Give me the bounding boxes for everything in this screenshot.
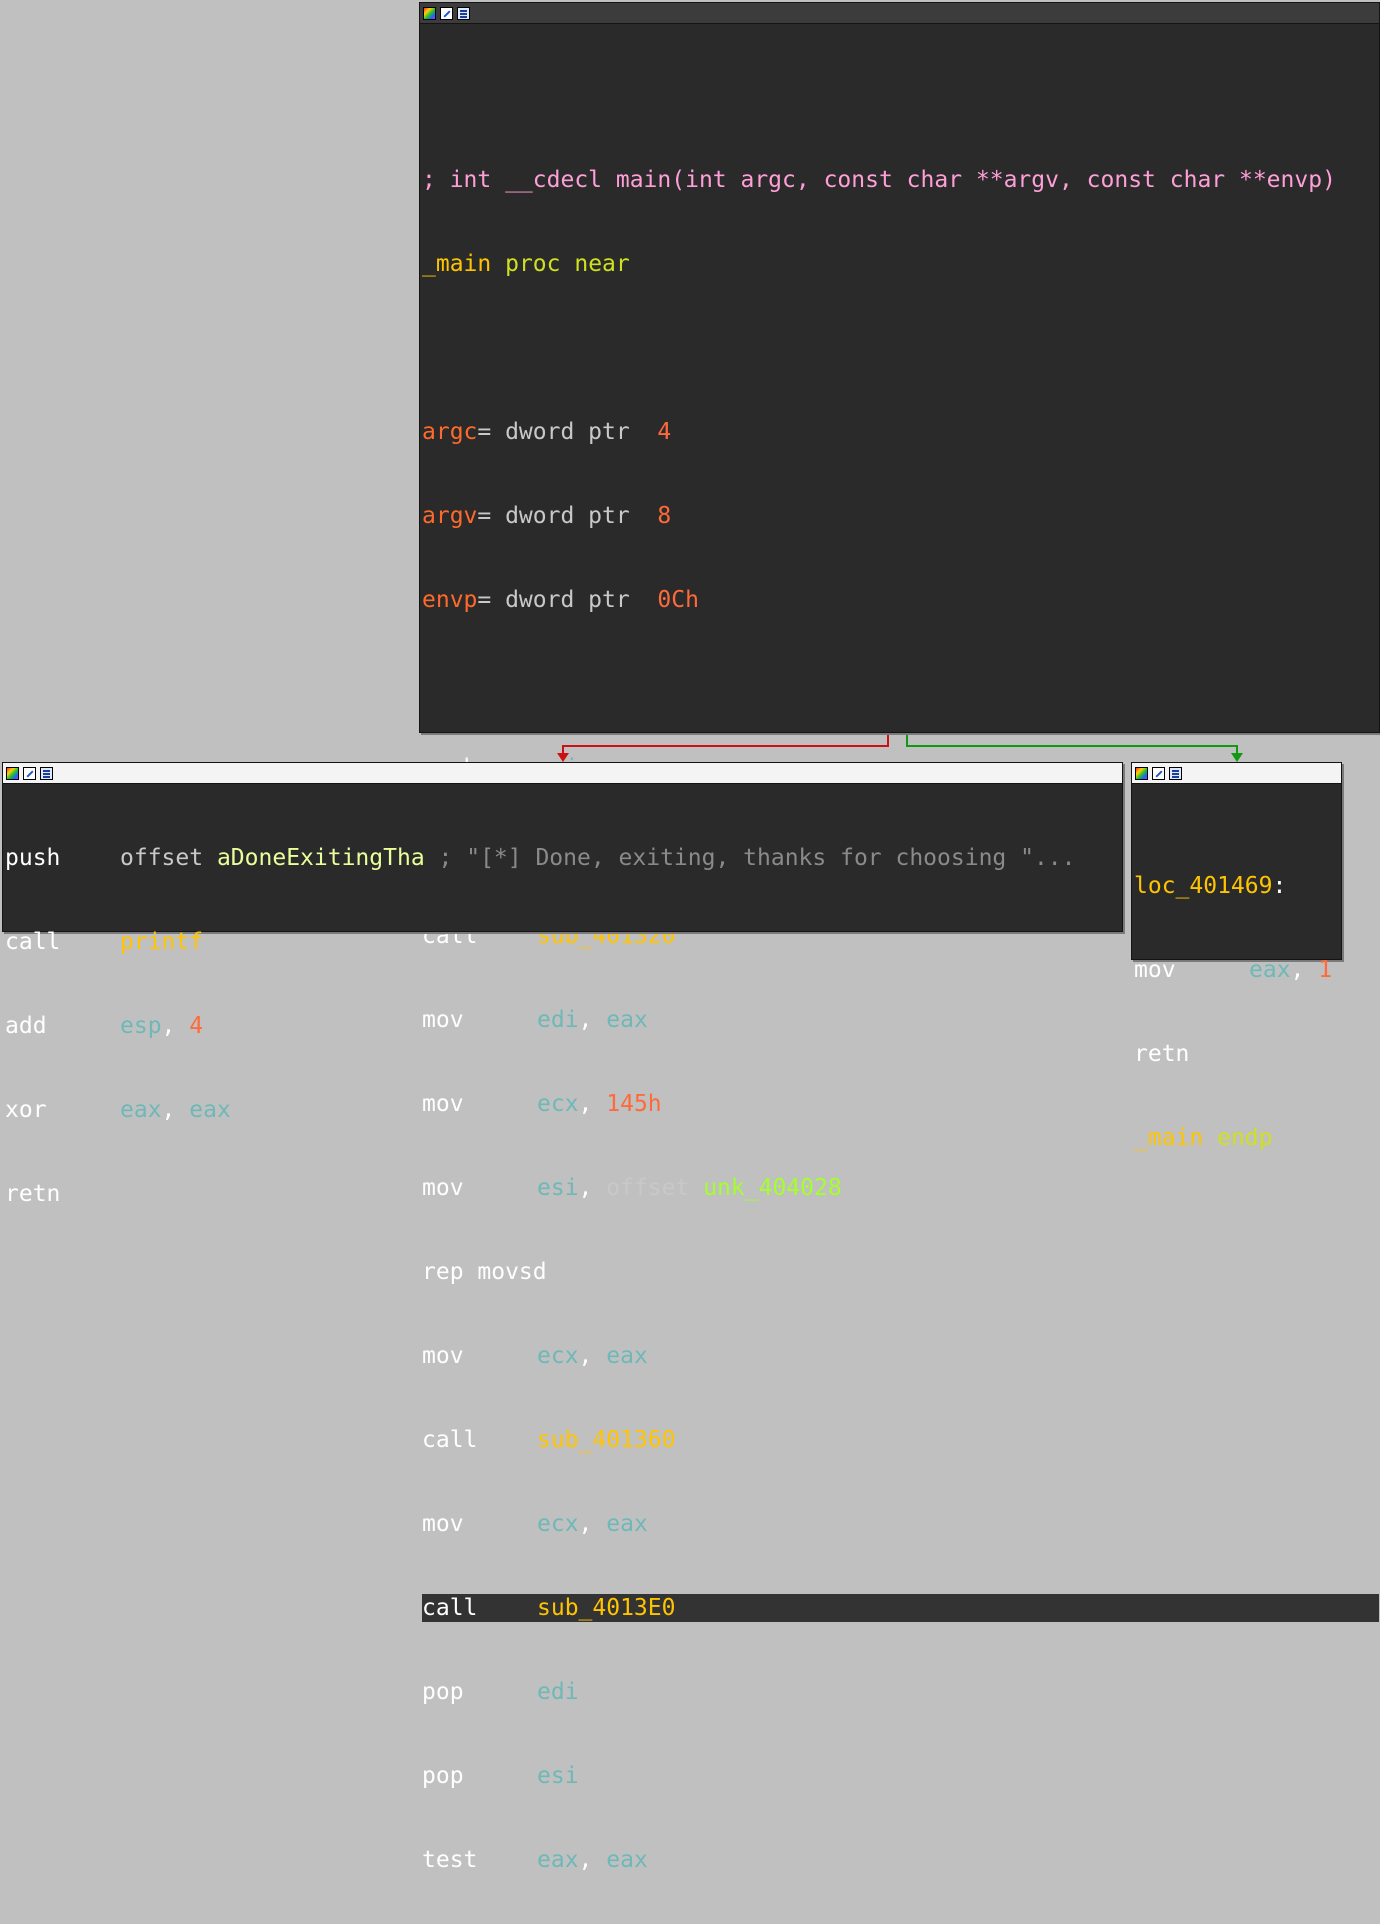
instr-call-sub-401360[interactable]: call sub_401360 (422, 1426, 1379, 1454)
arg-envp[interactable]: envp= dword ptr 0Ch (422, 586, 1379, 614)
rename-edit-icon[interactable] (1152, 766, 1165, 780)
graph-view-icon[interactable] (40, 766, 53, 780)
rename-edit-icon[interactable] (440, 6, 453, 20)
arg-argv[interactable]: argv= dword ptr 8 (422, 502, 1379, 530)
proc-line[interactable]: _main proc near (422, 250, 1379, 278)
instr-retn[interactable]: retn (5, 1180, 1122, 1208)
right-block-code: loc_401469: mov eax, 1 retn _main endp (1132, 784, 1341, 1208)
loc-401469-basic-block[interactable]: loc_401469: mov eax, 1 retn _main endp (1131, 762, 1342, 1151)
instr-add-esp-4[interactable]: add esp, 4 (5, 1012, 1122, 1040)
instr-mov-eax-1[interactable]: mov eax, 1 (1134, 956, 1341, 984)
instr-retn[interactable]: retn (1134, 1040, 1341, 1068)
string-reference[interactable]: aDoneExitingTha (217, 845, 425, 871)
endp-line[interactable]: _main endp (1134, 1124, 1341, 1152)
graph-view-icon[interactable] (1169, 766, 1182, 780)
right-block-titlebar (1132, 763, 1341, 784)
instr-xor-eax-eax[interactable]: xor eax, eax (5, 1096, 1122, 1124)
proc-name[interactable]: _main (422, 251, 491, 277)
instr-pop-edi[interactable]: pop edi (422, 1678, 1379, 1706)
call-target[interactable]: printf (120, 929, 203, 955)
call-target[interactable]: sub_4013E0 (537, 1595, 675, 1621)
color-palette-icon[interactable] (6, 766, 19, 780)
instr-push-offset[interactable]: push offset aDoneExitingTha ; "[*] Done, … (5, 844, 1122, 872)
color-palette-icon[interactable] (1135, 766, 1148, 780)
instr-test-eax-eax[interactable]: test eax, eax (422, 1846, 1379, 1874)
instr-call-printf[interactable]: call printf (5, 928, 1122, 956)
main-block-titlebar (420, 3, 1379, 24)
left-block-titlebar (3, 763, 1122, 784)
arg-argc[interactable]: argc= dword ptr 4 (422, 418, 1379, 446)
main-basic-block[interactable]: ; int __cdecl main(int argc, const char … (419, 2, 1380, 1873)
instr-pop-esi[interactable]: pop esi (422, 1762, 1379, 1790)
string-comment: ; "[*] Done, exiting, thanks for choosin… (438, 845, 1076, 871)
exit-message-basic-block[interactable]: push offset aDoneExitingTha ; "[*] Done, … (2, 762, 1123, 1207)
function-signature-comment: ; int __cdecl main(int argc, const char … (422, 167, 1336, 193)
instr-mov-ecx-eax-2[interactable]: mov ecx, eax (422, 1510, 1379, 1538)
instr-mov-ecx-eax[interactable]: mov ecx, eax (422, 1342, 1379, 1370)
left-block-code: push offset aDoneExitingTha ; "[*] Done, … (3, 784, 1122, 1264)
rename-edit-icon[interactable] (23, 766, 36, 780)
instr-call-sub-4013e0-current[interactable]: call sub_4013E0 (422, 1594, 1379, 1622)
label-loc-401469[interactable]: loc_401469: (1134, 872, 1341, 900)
graph-view-icon[interactable] (457, 6, 470, 20)
call-target[interactable]: sub_401360 (537, 1427, 675, 1453)
color-palette-icon[interactable] (423, 6, 436, 20)
